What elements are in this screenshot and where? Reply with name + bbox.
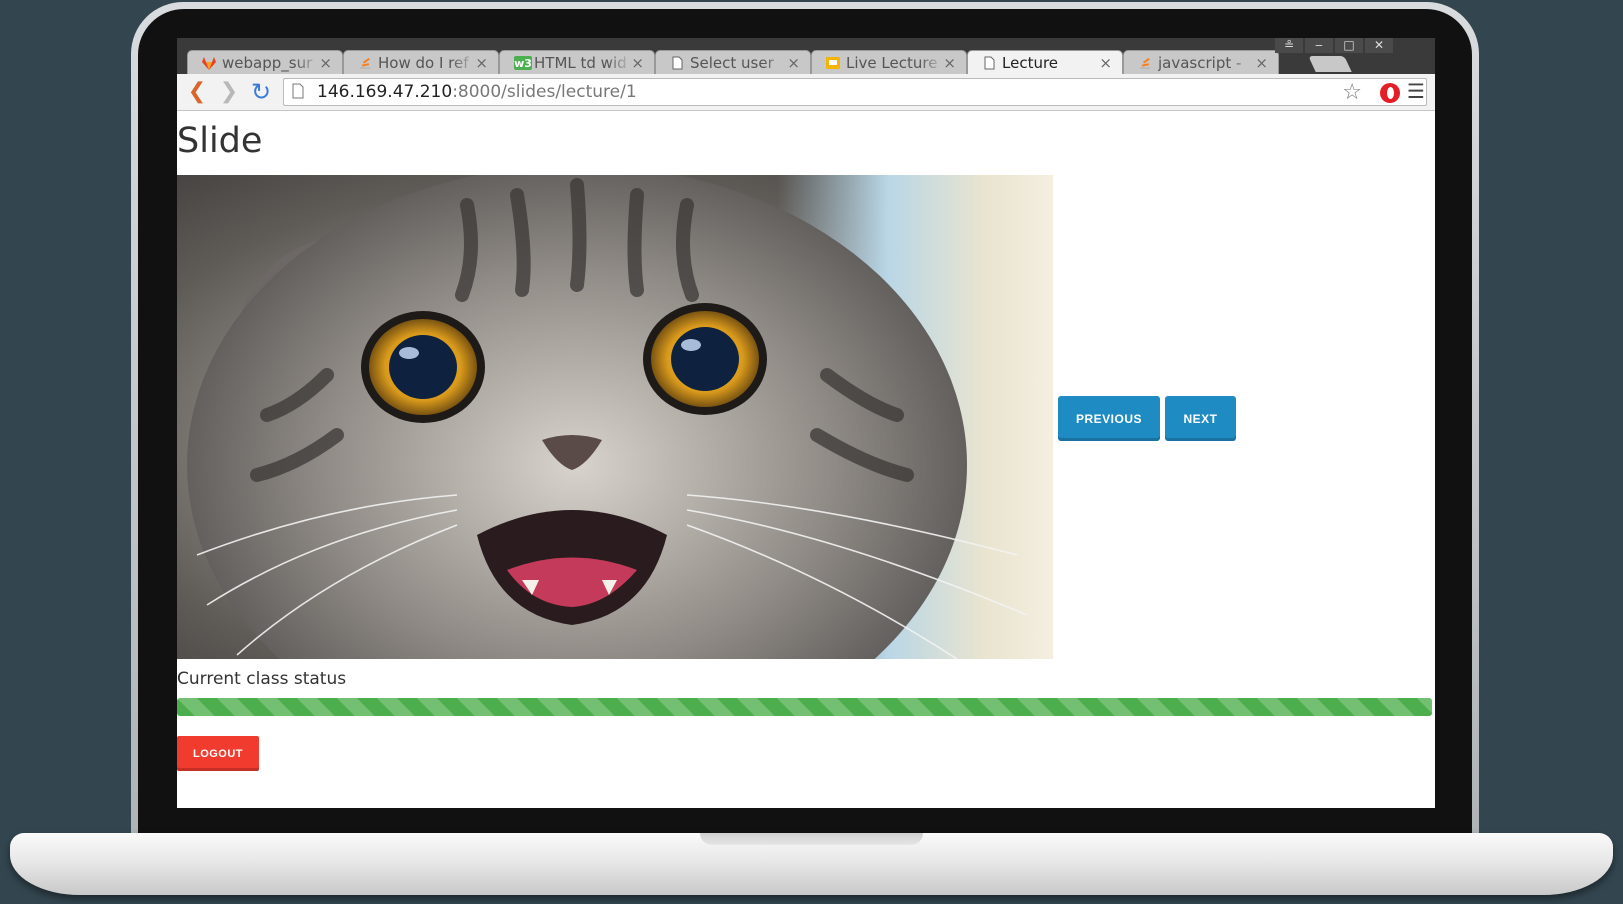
tab-title: How do I ref bbox=[378, 54, 469, 72]
laptop-notch bbox=[700, 833, 923, 845]
page-title: Slide bbox=[177, 121, 263, 161]
close-window-icon[interactable]: ✕ bbox=[1365, 38, 1393, 53]
tab-select-user[interactable]: Select user × bbox=[655, 50, 811, 74]
opera-extension-icon[interactable] bbox=[1380, 83, 1400, 103]
stackoverflow-icon bbox=[1138, 56, 1152, 70]
tab-title: javascript - bbox=[1158, 54, 1242, 72]
class-status-label: Current class status bbox=[177, 669, 347, 689]
tab-how-do-i[interactable]: How do I ref × bbox=[343, 50, 499, 74]
back-arrow-icon[interactable]: ❮ bbox=[185, 80, 209, 104]
tab-title: Live Lecture bbox=[846, 54, 938, 72]
page-icon bbox=[292, 83, 304, 99]
browser-toolbar: ❮ ❯ ↻ 146.169.47.210:8000/slides/lecture… bbox=[177, 74, 1435, 111]
slides-icon bbox=[826, 56, 840, 70]
tab-close-icon[interactable]: × bbox=[1255, 54, 1268, 72]
page-icon bbox=[982, 56, 996, 70]
tab-webapp[interactable]: webapp_sur × bbox=[187, 50, 343, 74]
class-status-progress-bar bbox=[177, 698, 1432, 716]
tab-title: HTML td wid bbox=[534, 54, 627, 72]
tab-title: Lecture bbox=[1002, 54, 1059, 72]
tab-html-td[interactable]: w3 HTML td wid × bbox=[499, 50, 655, 74]
tab-strip: webapp_sur × How do I ref × w3 HTML td w… bbox=[177, 38, 1435, 75]
gitlab-icon bbox=[202, 56, 216, 70]
tab-live-lecture[interactable]: Live Lecture × bbox=[811, 50, 967, 74]
tab-javascript[interactable]: javascript - × bbox=[1123, 50, 1279, 74]
next-button[interactable]: NEXT bbox=[1165, 396, 1236, 441]
tab-title: webapp_sur bbox=[222, 54, 313, 72]
progress-fill bbox=[177, 698, 1432, 716]
address-bar[interactable]: 146.169.47.210:8000/slides/lecture/1 ☆ bbox=[283, 78, 1427, 106]
stackoverflow-icon bbox=[358, 56, 372, 70]
bookmark-star-icon[interactable]: ☆ bbox=[1342, 80, 1362, 105]
maximize-icon[interactable]: □ bbox=[1335, 38, 1363, 53]
page-icon bbox=[670, 56, 684, 70]
slide-image bbox=[177, 175, 1053, 659]
tab-close-icon[interactable]: × bbox=[475, 54, 488, 72]
user-icon[interactable]: ≗ bbox=[1275, 38, 1303, 53]
tab-lecture[interactable]: Lecture × bbox=[967, 50, 1123, 75]
tab-title: Select user bbox=[690, 54, 774, 72]
page-content: Slide PREVIOUS NEXT Current class status… bbox=[177, 111, 1435, 808]
minimize-icon[interactable]: ‒ bbox=[1305, 38, 1333, 53]
new-tab-button[interactable] bbox=[1308, 56, 1352, 72]
previous-button[interactable]: PREVIOUS bbox=[1058, 396, 1160, 441]
tab-close-icon[interactable]: × bbox=[319, 54, 332, 72]
tab-close-icon[interactable]: × bbox=[787, 54, 800, 72]
browser-window: webapp_sur × How do I ref × w3 HTML td w… bbox=[177, 38, 1435, 808]
logout-button[interactable]: LOGOUT bbox=[177, 736, 259, 771]
reload-icon[interactable]: ↻ bbox=[249, 80, 273, 104]
forward-arrow-icon[interactable]: ❯ bbox=[217, 80, 241, 104]
menu-icon[interactable]: ☰ bbox=[1407, 79, 1435, 103]
w3schools-icon: w3 bbox=[514, 56, 532, 70]
tab-close-icon[interactable]: × bbox=[631, 54, 644, 72]
tab-close-icon[interactable]: × bbox=[1099, 54, 1112, 72]
tab-close-icon[interactable]: × bbox=[943, 54, 956, 72]
url-text[interactable]: 146.169.47.210:8000/slides/lecture/1 bbox=[317, 82, 637, 102]
